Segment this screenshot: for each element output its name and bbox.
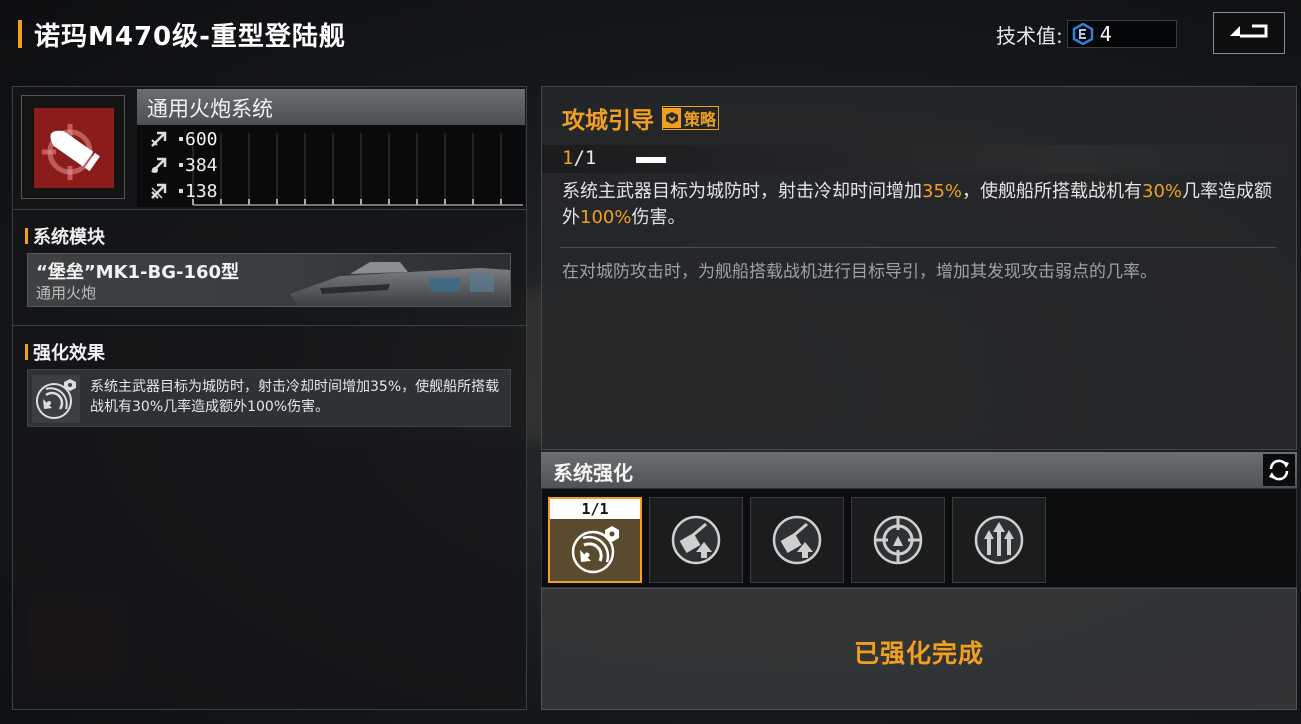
section-accent — [25, 344, 28, 360]
return-arrow-icon — [1230, 24, 1268, 38]
skill-detail-panel: 攻城引导 策略 1/1 系统主武器目标为城防时，射击冷却时间增加35%，使舰船所… — [541, 86, 1297, 450]
range-arrow-icon — [151, 183, 167, 199]
effect-description: 系统主武器目标为城防时，射击冷却时间增加35%，使舰船所搭载战机有30%几率造成… — [90, 379, 500, 415]
crosshair-target-icon — [873, 515, 923, 565]
skill-name: 攻城引导 — [562, 108, 654, 134]
tech-value: 4 — [1099, 22, 1112, 46]
skill-level-bar — [636, 157, 666, 163]
stat-gauge-grid — [192, 133, 523, 206]
enhancement-slot-1[interactable]: 1/1 — [548, 497, 642, 583]
effect-card: 系统主武器目标为城防时，射击冷却时间增加35%，使舰船所搭载战机有30%几率造成… — [27, 369, 511, 427]
system-info-panel: 通用火炮系统 600 384 138 系统模块 “堡垒”MK1-BG-160型 … — [12, 86, 527, 710]
skill-level-current: 1 — [562, 147, 574, 169]
stat-value: 384 — [185, 154, 218, 176]
system-header: 通用火炮系统 600 384 138 — [13, 87, 526, 207]
stat-row: 384 — [149, 153, 218, 177]
skill-level-separator: / — [573, 147, 585, 169]
turret-upgrade-icon — [671, 515, 721, 565]
strategy-icon — [663, 108, 681, 128]
skill-description: 系统主武器目标为城防时，射击冷却时间增加35%，使舰船所搭载战机有30%几率造成… — [562, 179, 1282, 231]
stat-dot — [179, 137, 183, 141]
enhancement-slot-4[interactable] — [851, 497, 945, 583]
effect-section-title: 强化效果 — [25, 339, 105, 365]
enhancement-header: 系统强化 — [541, 452, 1297, 488]
system-name-bar: 通用火炮系统 — [137, 89, 525, 125]
back-button[interactable] — [1213, 12, 1285, 54]
stat-row: 600 — [149, 127, 218, 151]
module-type: 通用火炮 — [36, 284, 97, 302]
skill-level: 1/1 — [562, 147, 596, 169]
radar-satellite-icon — [571, 526, 619, 574]
stat-value: 138 — [185, 180, 218, 202]
enhancement-slot-5[interactable] — [952, 497, 1046, 583]
enhancement-slot-3[interactable] — [750, 497, 844, 583]
skill-tag: 策略 — [662, 106, 720, 130]
tech-points: 技术值: 4 — [996, 20, 1177, 48]
module-card[interactable]: “堡垒”MK1-BG-160型 通用火炮 — [27, 253, 511, 307]
stat-dot — [179, 163, 183, 167]
skill-tag-label: 策略 — [684, 110, 717, 129]
triple-arrow-up-icon — [974, 515, 1024, 565]
module-section-title: 系统模块 — [25, 223, 105, 249]
enhancement-slots: 1/1 — [541, 488, 1297, 588]
effect-section-label: 强化效果 — [33, 343, 105, 364]
desc-text: 伤害。 — [631, 207, 686, 228]
skill-flavor-text: 在对城防攻击时，为舰船搭载战机进行目标导引，增加其发现攻击弱点的几率。 — [562, 262, 1157, 282]
stat-row: 138 — [149, 179, 218, 203]
artillery-shell-target-icon — [34, 108, 114, 188]
skill-title: 攻城引导 策略 — [562, 101, 720, 135]
enhancement-status: 已强化完成 — [541, 588, 1297, 710]
radar-satellite-icon — [32, 375, 80, 423]
stat-value: 600 — [185, 128, 218, 150]
divider — [560, 247, 1276, 248]
page-header: 诺玛M470级-重型登陆舰 — [18, 14, 346, 54]
module-name: “堡垒”MK1-BG-160型 — [36, 262, 240, 283]
module-section-label: 系统模块 — [33, 227, 105, 248]
skill-level-strip: 1/1 — [542, 145, 1296, 173]
title-accent — [18, 20, 22, 48]
damage-arrow-icon — [151, 131, 167, 147]
desc-text: 系统主武器目标为城防时，射击冷却时间增加 — [562, 181, 922, 202]
enhancement-title: 系统强化 — [553, 461, 633, 485]
section-accent — [25, 228, 28, 244]
enhancement-slot-2[interactable] — [649, 497, 743, 583]
system-icon-frame — [21, 95, 125, 199]
tech-value-box: 4 — [1066, 20, 1177, 48]
skill-level-max: 1 — [584, 147, 597, 169]
refresh-icon — [1269, 459, 1289, 481]
slot-level: 1/1 — [550, 499, 640, 519]
divider — [13, 209, 526, 210]
system-name: 通用火炮系统 — [147, 97, 273, 121]
desc-highlight: 100% — [580, 207, 632, 228]
desc-text: ，使舰船所搭载战机有 — [962, 181, 1143, 202]
stat-dot — [179, 189, 183, 193]
refresh-button[interactable] — [1263, 454, 1295, 486]
rate-arrow-icon — [151, 157, 167, 173]
tech-chip-icon — [1072, 23, 1093, 45]
desc-highlight: 35% — [922, 181, 963, 202]
system-stats: 600 384 138 — [137, 125, 525, 207]
module-ship-image — [290, 262, 510, 306]
turret-upgrade-icon — [772, 515, 822, 565]
page-title: 诺玛M470级-重型登陆舰 — [34, 21, 346, 52]
tech-label: 技术值: — [996, 23, 1063, 48]
desc-highlight: 30% — [1142, 181, 1183, 202]
enhancement-complete-text: 已强化完成 — [853, 639, 984, 668]
divider — [13, 325, 526, 326]
